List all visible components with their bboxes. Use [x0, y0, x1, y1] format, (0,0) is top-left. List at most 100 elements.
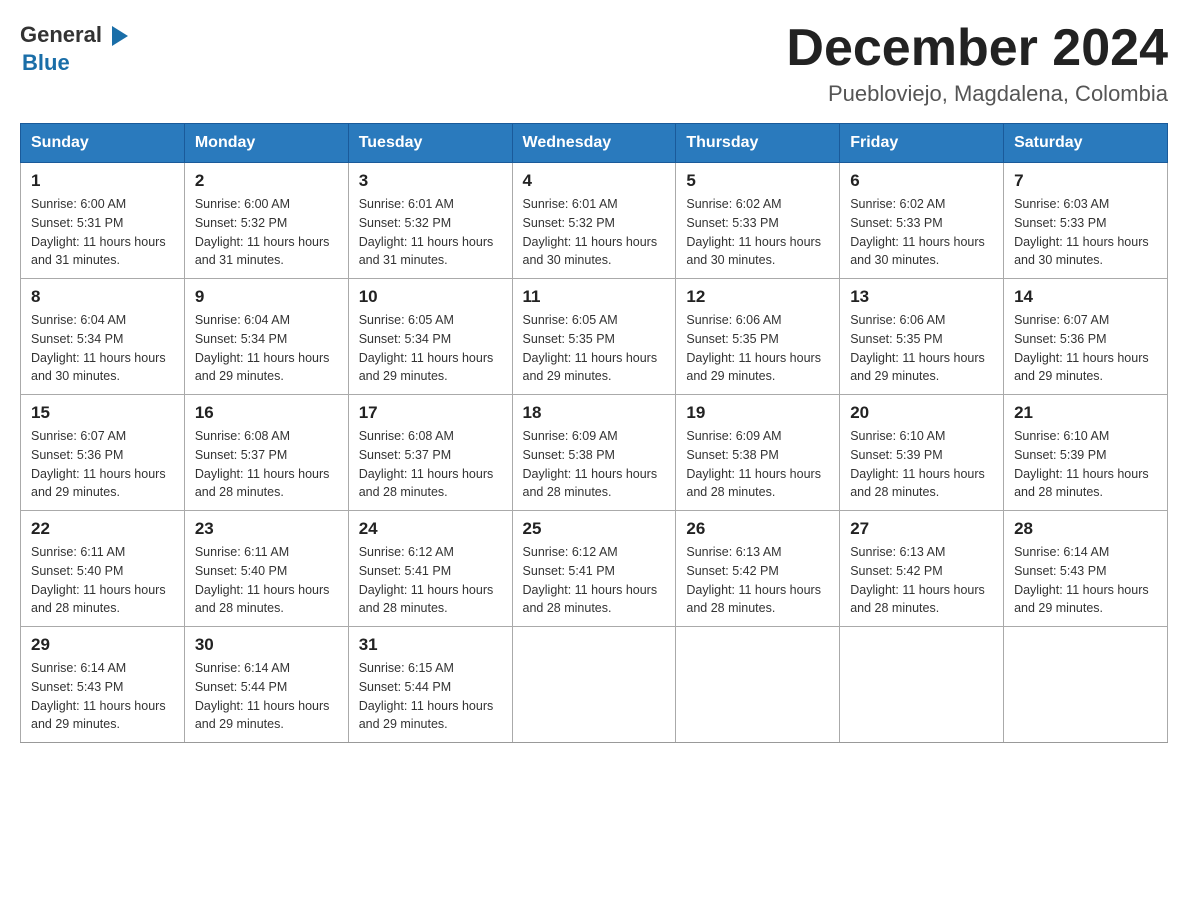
day-info: Sunrise: 6:05 AMSunset: 5:35 PMDaylight:… — [523, 311, 666, 386]
day-info: Sunrise: 6:07 AMSunset: 5:36 PMDaylight:… — [31, 427, 174, 502]
day-info: Sunrise: 6:15 AMSunset: 5:44 PMDaylight:… — [359, 659, 502, 734]
calendar-cell: 24Sunrise: 6:12 AMSunset: 5:41 PMDayligh… — [348, 511, 512, 627]
day-info: Sunrise: 6:01 AMSunset: 5:32 PMDaylight:… — [523, 195, 666, 270]
calendar-cell: 12Sunrise: 6:06 AMSunset: 5:35 PMDayligh… — [676, 279, 840, 395]
calendar-cell: 5Sunrise: 6:02 AMSunset: 5:33 PMDaylight… — [676, 163, 840, 279]
cell-content: 4Sunrise: 6:01 AMSunset: 5:32 PMDaylight… — [523, 171, 666, 270]
cell-content: 1Sunrise: 6:00 AMSunset: 5:31 PMDaylight… — [31, 171, 174, 270]
cell-content: 3 Sunrise: 6:01 AMSunset: 5:32 PMDaylight… — [359, 171, 502, 270]
day-number: 3 — [359, 171, 502, 191]
day-number: 26 — [686, 519, 829, 539]
day-number: 14 — [1014, 287, 1157, 307]
day-info: Sunrise: 6:01 AMSunset: 5:32 PMDaylight:… — [359, 195, 502, 270]
day-number: 6 — [850, 171, 993, 191]
calendar-week-row: 1Sunrise: 6:00 AMSunset: 5:31 PMDaylight… — [21, 163, 1168, 279]
day-info: Sunrise: 6:07 AMSunset: 5:36 PMDaylight:… — [1014, 311, 1157, 386]
calendar-cell — [512, 627, 676, 743]
cell-content: 17 Sunrise: 6:08 AMSunset: 5:37 PMDayligh… — [359, 403, 502, 502]
calendar-cell: 16Sunrise: 6:08 AMSunset: 5:37 PMDayligh… — [184, 395, 348, 511]
day-number: 16 — [195, 403, 338, 423]
calendar-week-row: 29 Sunrise: 6:14 AMSunset: 5:43 PMDayligh… — [21, 627, 1168, 743]
day-info: Sunrise: 6:11 AMSunset: 5:40 PMDaylight:… — [31, 543, 174, 618]
cell-content: 25Sunrise: 6:12 AMSunset: 5:41 PMDayligh… — [523, 519, 666, 618]
calendar-day-header: Friday — [840, 124, 1004, 163]
day-number: 19 — [686, 403, 829, 423]
day-number: 15 — [31, 403, 174, 423]
day-number: 29 — [31, 635, 174, 655]
cell-content: 12Sunrise: 6:06 AMSunset: 5:35 PMDayligh… — [686, 287, 829, 386]
day-number: 21 — [1014, 403, 1157, 423]
day-number: 13 — [850, 287, 993, 307]
calendar-cell: 21 Sunrise: 6:10 AMSunset: 5:39 PMDayligh… — [1004, 395, 1168, 511]
calendar-cell: 11 Sunrise: 6:05 AMSunset: 5:35 PMDayligh… — [512, 279, 676, 395]
day-number: 25 — [523, 519, 666, 539]
cell-content: 7Sunrise: 6:03 AMSunset: 5:33 PMDaylight… — [1014, 171, 1157, 270]
day-info: Sunrise: 6:02 AMSunset: 5:33 PMDaylight:… — [686, 195, 829, 270]
day-info: Sunrise: 6:02 AMSunset: 5:33 PMDaylight:… — [850, 195, 993, 270]
day-number: 30 — [195, 635, 338, 655]
calendar-cell: 4Sunrise: 6:01 AMSunset: 5:32 PMDaylight… — [512, 163, 676, 279]
logo-blue-text: Blue — [22, 50, 70, 76]
cell-content: 31Sunrise: 6:15 AMSunset: 5:44 PMDayligh… — [359, 635, 502, 734]
cell-content: 15 Sunrise: 6:07 AMSunset: 5:36 PMDayligh… — [31, 403, 174, 502]
day-number: 24 — [359, 519, 502, 539]
calendar-cell: 28Sunrise: 6:14 AMSunset: 5:43 PMDayligh… — [1004, 511, 1168, 627]
calendar-cell — [840, 627, 1004, 743]
calendar-cell: 1Sunrise: 6:00 AMSunset: 5:31 PMDaylight… — [21, 163, 185, 279]
day-number: 22 — [31, 519, 174, 539]
calendar-day-header: Wednesday — [512, 124, 676, 163]
day-info: Sunrise: 6:06 AMSunset: 5:35 PMDaylight:… — [686, 311, 829, 386]
day-info: Sunrise: 6:10 AMSunset: 5:39 PMDaylight:… — [1014, 427, 1157, 502]
calendar-cell: 2 Sunrise: 6:00 AMSunset: 5:32 PMDaylight… — [184, 163, 348, 279]
logo: General Blue — [20, 20, 132, 76]
calendar-title: December 2024 — [786, 20, 1168, 77]
calendar-cell: 27Sunrise: 6:13 AMSunset: 5:42 PMDayligh… — [840, 511, 1004, 627]
page-header: General Blue December 2024 Puebloviejo, … — [20, 20, 1168, 107]
calendar-cell: 13 Sunrise: 6:06 AMSunset: 5:35 PMDayligh… — [840, 279, 1004, 395]
calendar-week-row: 8Sunrise: 6:04 AMSunset: 5:34 PMDaylight… — [21, 279, 1168, 395]
day-info: Sunrise: 6:14 AMSunset: 5:43 PMDaylight:… — [31, 659, 174, 734]
calendar-cell: 6 Sunrise: 6:02 AMSunset: 5:33 PMDaylight… — [840, 163, 1004, 279]
cell-content: 8Sunrise: 6:04 AMSunset: 5:34 PMDaylight… — [31, 287, 174, 386]
calendar-cell: 18Sunrise: 6:09 AMSunset: 5:38 PMDayligh… — [512, 395, 676, 511]
cell-content: 11 Sunrise: 6:05 AMSunset: 5:35 PMDayligh… — [523, 287, 666, 386]
day-info: Sunrise: 6:06 AMSunset: 5:35 PMDaylight:… — [850, 311, 993, 386]
calendar-header-row: SundayMondayTuesdayWednesdayThursdayFrid… — [21, 124, 1168, 163]
day-number: 17 — [359, 403, 502, 423]
cell-content: 21 Sunrise: 6:10 AMSunset: 5:39 PMDayligh… — [1014, 403, 1157, 502]
day-number: 2 — [195, 171, 338, 191]
cell-content: 24Sunrise: 6:12 AMSunset: 5:41 PMDayligh… — [359, 519, 502, 618]
cell-content: 19Sunrise: 6:09 AMSunset: 5:38 PMDayligh… — [686, 403, 829, 502]
day-info: Sunrise: 6:03 AMSunset: 5:33 PMDaylight:… — [1014, 195, 1157, 270]
cell-content: 14 Sunrise: 6:07 AMSunset: 5:36 PMDayligh… — [1014, 287, 1157, 386]
day-number: 27 — [850, 519, 993, 539]
calendar-day-header: Tuesday — [348, 124, 512, 163]
calendar-day-header: Saturday — [1004, 124, 1168, 163]
cell-content: 30 Sunrise: 6:14 AMSunset: 5:44 PMDayligh… — [195, 635, 338, 734]
day-info: Sunrise: 6:14 AMSunset: 5:44 PMDaylight:… — [195, 659, 338, 734]
cell-content: 6 Sunrise: 6:02 AMSunset: 5:33 PMDaylight… — [850, 171, 993, 270]
day-number: 11 — [523, 287, 666, 307]
cell-content: 16Sunrise: 6:08 AMSunset: 5:37 PMDayligh… — [195, 403, 338, 502]
cell-content: 23 Sunrise: 6:11 AMSunset: 5:40 PMDayligh… — [195, 519, 338, 618]
day-info: Sunrise: 6:04 AMSunset: 5:34 PMDaylight:… — [31, 311, 174, 386]
calendar-day-header: Monday — [184, 124, 348, 163]
cell-content: 9Sunrise: 6:04 AMSunset: 5:34 PMDaylight… — [195, 287, 338, 386]
calendar-cell — [1004, 627, 1168, 743]
calendar-cell: 15 Sunrise: 6:07 AMSunset: 5:36 PMDayligh… — [21, 395, 185, 511]
calendar-cell: 8Sunrise: 6:04 AMSunset: 5:34 PMDaylight… — [21, 279, 185, 395]
calendar-cell: 14 Sunrise: 6:07 AMSunset: 5:36 PMDayligh… — [1004, 279, 1168, 395]
day-info: Sunrise: 6:14 AMSunset: 5:43 PMDaylight:… — [1014, 543, 1157, 618]
cell-content: 10Sunrise: 6:05 AMSunset: 5:34 PMDayligh… — [359, 287, 502, 386]
day-info: Sunrise: 6:11 AMSunset: 5:40 PMDaylight:… — [195, 543, 338, 618]
cell-content: 20Sunrise: 6:10 AMSunset: 5:39 PMDayligh… — [850, 403, 993, 502]
day-info: Sunrise: 6:00 AMSunset: 5:32 PMDaylight:… — [195, 195, 338, 270]
calendar-cell: 23 Sunrise: 6:11 AMSunset: 5:40 PMDayligh… — [184, 511, 348, 627]
calendar-week-row: 15 Sunrise: 6:07 AMSunset: 5:36 PMDayligh… — [21, 395, 1168, 511]
day-number: 23 — [195, 519, 338, 539]
cell-content: 29 Sunrise: 6:14 AMSunset: 5:43 PMDayligh… — [31, 635, 174, 734]
day-info: Sunrise: 6:04 AMSunset: 5:34 PMDaylight:… — [195, 311, 338, 386]
calendar-cell: 7Sunrise: 6:03 AMSunset: 5:33 PMDaylight… — [1004, 163, 1168, 279]
cell-content: 2 Sunrise: 6:00 AMSunset: 5:32 PMDaylight… — [195, 171, 338, 270]
day-info: Sunrise: 6:08 AMSunset: 5:37 PMDaylight:… — [359, 427, 502, 502]
